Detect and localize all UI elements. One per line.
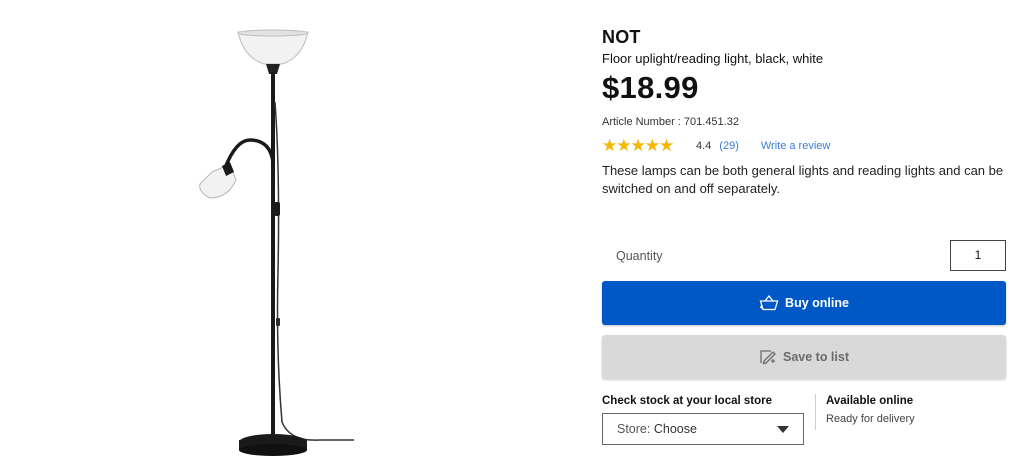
product-price: $18.99 (602, 70, 699, 105)
check-stock-label: Check stock at your local store (602, 395, 773, 407)
store-select-value: Choose (653, 422, 697, 436)
article-number: Article Number : 701.451.32 (602, 116, 739, 128)
availability-subtitle: Ready for delivery (826, 413, 915, 425)
buy-online-label: Buy online (785, 296, 849, 310)
rating-value: 4.4 (696, 140, 712, 152)
star-rating[interactable]: ★★★★★ ★★★★★ (602, 137, 686, 155)
product-image (199, 29, 354, 456)
divider (815, 394, 816, 430)
quantity-label: Quantity (616, 249, 663, 263)
shopping-bag-icon (759, 295, 779, 311)
buy-online-button[interactable]: Buy online (602, 281, 1006, 325)
store-select-prefix: Store: (617, 422, 651, 436)
availability-title: Available online (826, 395, 914, 407)
product-description: These lamps can be both general lights a… (602, 163, 1004, 196)
rating-row: ★★★★★ ★★★★★ 4.4 (29) Write a review (602, 136, 830, 156)
save-to-list-label: Save to list (783, 350, 849, 364)
store-select[interactable]: Store: Choose (602, 413, 804, 445)
chevron-down-icon (777, 426, 789, 433)
star-icons-filled: ★★★★★ (602, 137, 674, 154)
write-review-link[interactable]: Write a review (761, 140, 830, 152)
edit-list-icon (760, 350, 776, 365)
save-to-list-button[interactable]: Save to list (602, 335, 1006, 379)
product-subtitle: Floor uplight/reading light, black, whit… (602, 51, 824, 66)
quantity-input[interactable]: 1 (950, 240, 1006, 271)
quantity-row: Quantity 1 (602, 240, 1006, 272)
review-count-link[interactable]: (29) (719, 140, 739, 152)
product-title: NOT (602, 27, 641, 47)
